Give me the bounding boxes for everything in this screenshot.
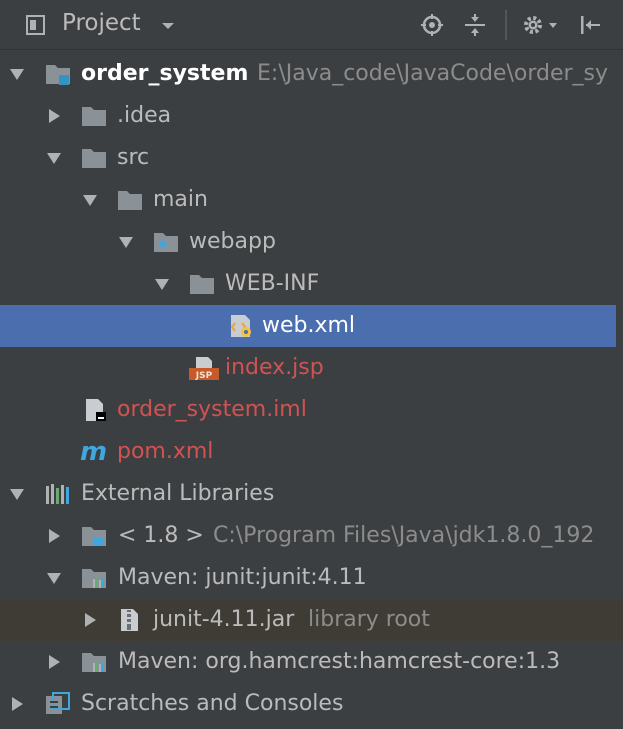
jar-hint: library root xyxy=(308,607,430,632)
folder-icon xyxy=(82,149,106,168)
tree-label: pom.xml xyxy=(117,439,214,464)
folder-icon xyxy=(118,191,142,210)
library-icon xyxy=(46,484,69,504)
project-view-icon[interactable] xyxy=(24,13,48,37)
tree-label: .idea xyxy=(117,103,172,128)
expanded-arrow-icon[interactable] xyxy=(118,234,134,250)
jar-name: junit-4.11.jar xyxy=(153,607,295,632)
hide-panel-icon[interactable] xyxy=(578,13,602,37)
expanded-arrow-icon[interactable] xyxy=(82,192,98,208)
expanded-arrow-icon[interactable] xyxy=(9,66,25,82)
tree-item-order-system-iml[interactable]: order_system.iml xyxy=(0,389,623,431)
collapsed-arrow-icon[interactable] xyxy=(9,696,25,712)
dropdown-chevron-icon[interactable] xyxy=(156,13,180,37)
project-tree: order_system E:\Java_code\JavaCode\order… xyxy=(0,51,623,729)
settings-icon[interactable] xyxy=(521,13,561,37)
jdk-path: C:\Program Files\Java\jdk1.8.0_192 xyxy=(213,523,595,548)
maven-m-icon: m xyxy=(80,437,108,467)
expanded-arrow-icon[interactable] xyxy=(46,150,62,166)
expanded-arrow-icon[interactable] xyxy=(46,570,62,586)
maven-library-folder-icon xyxy=(82,653,106,672)
project-toolbar: Project xyxy=(0,0,623,50)
tree-label: index.jsp xyxy=(225,355,324,380)
svg-text:JSP: JSP xyxy=(195,371,213,380)
toolbar-separator xyxy=(505,10,507,40)
tree-item-web-inf[interactable]: WEB-INF xyxy=(0,263,623,305)
tree-item-src[interactable]: src xyxy=(0,137,623,179)
jar-archive-icon xyxy=(121,609,138,631)
tree-label: Maven: org.hamcrest:hamcrest-core:1.3 xyxy=(118,649,561,674)
tree-label: External Libraries xyxy=(81,481,275,506)
tree-label: order_system.iml xyxy=(117,397,307,422)
tree-item-idea[interactable]: .idea xyxy=(0,95,623,137)
tree-item-main[interactable]: main xyxy=(0,179,623,221)
xml-file-icon xyxy=(230,315,251,337)
iml-file-icon xyxy=(86,399,106,421)
collapsed-arrow-icon[interactable] xyxy=(46,654,62,670)
maven-library-folder-icon xyxy=(82,569,106,588)
expanded-arrow-icon[interactable] xyxy=(154,276,170,292)
project-name: order_system xyxy=(81,61,249,86)
collapse-all-icon[interactable] xyxy=(463,13,487,37)
web-folder-icon xyxy=(154,233,178,252)
tree-item-maven-junit[interactable]: Maven: junit:junit:4.11 xyxy=(0,557,623,599)
tree-item-webapp[interactable]: webapp xyxy=(0,221,623,263)
tree-item-external-libraries[interactable]: External Libraries xyxy=(0,473,623,515)
tree-label: main xyxy=(153,187,208,212)
project-path: E:\Java_code\JavaCode\order_sy xyxy=(257,61,609,86)
tree-item-index-jsp[interactable]: JSP index.jsp xyxy=(0,347,623,389)
folder-icon xyxy=(82,107,106,126)
jdk-folder-icon xyxy=(82,527,106,546)
scratches-icon xyxy=(46,692,70,714)
tree-label: web.xml xyxy=(262,313,356,338)
tree-item-jdk[interactable]: < 1.8 > C:\Program Files\Java\jdk1.8.0_1… xyxy=(0,515,623,557)
tree-item-junit-jar[interactable]: junit-4.11.jar library root xyxy=(0,599,623,641)
locate-icon[interactable] xyxy=(420,13,444,37)
tree-label: src xyxy=(117,145,150,170)
tree-label: webapp xyxy=(189,229,276,254)
collapsed-arrow-icon[interactable] xyxy=(46,528,62,544)
tree-item-pom-xml[interactable]: m pom.xml xyxy=(0,431,623,473)
tree-label: Scratches and Consoles xyxy=(81,691,344,716)
jdk-name: < 1.8 > xyxy=(118,523,204,548)
collapsed-arrow-icon[interactable] xyxy=(82,612,98,628)
tree-label: Maven: junit:junit:4.11 xyxy=(118,565,367,590)
tree-item-order-system[interactable]: order_system E:\Java_code\JavaCode\order… xyxy=(0,53,623,95)
expanded-arrow-icon[interactable] xyxy=(9,486,25,502)
module-folder-icon xyxy=(46,65,70,85)
tree-label: WEB-INF xyxy=(225,271,320,296)
collapsed-arrow-icon[interactable] xyxy=(46,108,62,124)
folder-icon xyxy=(190,275,214,294)
tree-item-web-xml[interactable]: web.xml xyxy=(0,305,616,347)
panel-title[interactable]: Project xyxy=(62,10,141,36)
tree-item-scratches[interactable]: Scratches and Consoles xyxy=(0,683,623,725)
tree-item-maven-hamcrest[interactable]: Maven: org.hamcrest:hamcrest-core:1.3 xyxy=(0,641,623,683)
jsp-file-icon: JSP xyxy=(189,357,219,380)
